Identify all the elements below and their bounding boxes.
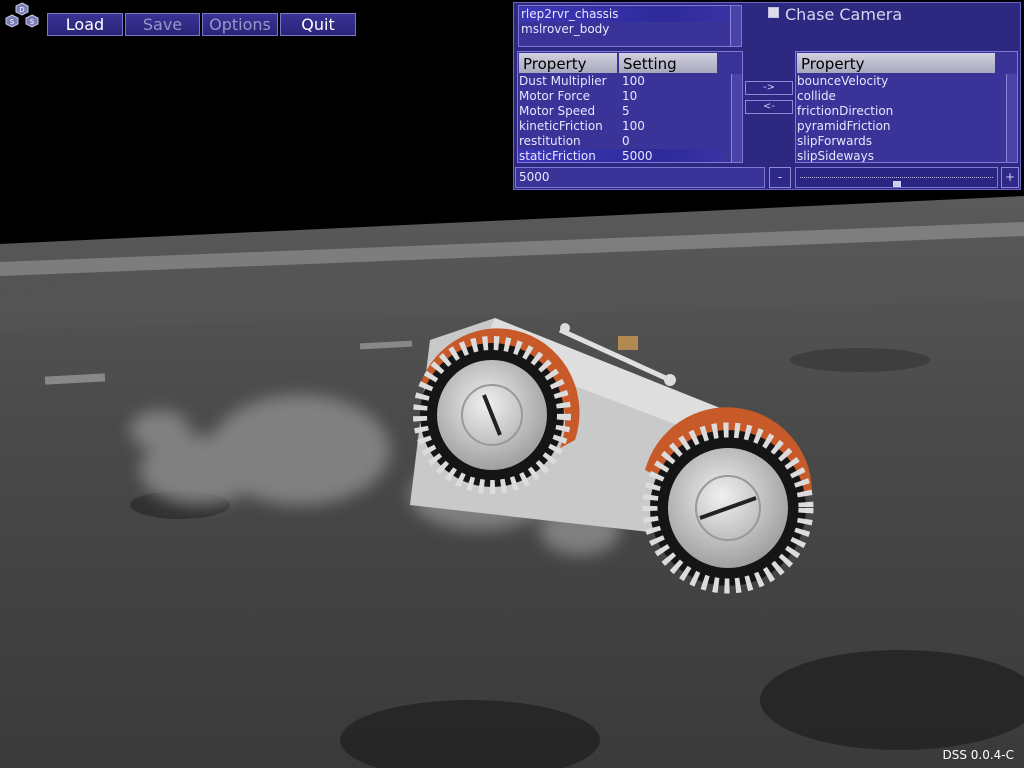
object-list-item[interactable]: mslrover_body: [519, 22, 609, 37]
settings-row[interactable]: Motor Force 10: [518, 89, 732, 104]
object-list-item[interactable]: rlep2rvr_chassis: [519, 7, 731, 22]
settings-row-property: kineticFriction: [519, 119, 603, 133]
object-list-scrollbar[interactable]: [730, 6, 741, 46]
value-input[interactable]: 5000: [515, 167, 765, 188]
load-button[interactable]: Load: [47, 13, 123, 36]
options-button[interactable]: Options: [202, 13, 278, 36]
object-list[interactable]: rlep2rvr_chassis mslrover_body: [518, 5, 742, 47]
slider-thumb[interactable]: [892, 181, 901, 187]
settings-row-property: staticFriction: [519, 149, 596, 163]
value-slider[interactable]: [795, 167, 998, 188]
available-property-item[interactable]: frictionDirection: [797, 104, 893, 119]
add-property-button[interactable]: ->: [745, 81, 793, 95]
settings-row-setting: 0: [622, 134, 630, 148]
save-button[interactable]: Save: [125, 13, 200, 36]
available-properties-header[interactable]: Property: [797, 53, 995, 73]
settings-row-property: restitution: [519, 134, 581, 148]
dss-logo: D S S: [5, 2, 39, 28]
properties-panel: rlep2rvr_chassis mslrover_body Chase Cam…: [513, 2, 1021, 190]
available-properties-scrollbar[interactable]: [1006, 74, 1017, 162]
chase-camera-label: Chase Camera: [785, 5, 903, 24]
available-property-item[interactable]: slipSideways: [797, 149, 874, 162]
chase-camera-checkbox[interactable]: [768, 7, 779, 18]
settings-row[interactable]: kineticFriction 100: [518, 119, 732, 134]
settings-row[interactable]: Dust Multiplier 100: [518, 74, 732, 89]
logo-letter-right: S: [30, 18, 35, 26]
settings-row-setting: 100: [622, 74, 645, 88]
version-label: DSS 0.0.4-C: [942, 748, 1014, 762]
settings-row-property: Motor Force: [519, 89, 590, 103]
settings-header-property[interactable]: Property: [519, 53, 617, 73]
object-list-item-label: mslrover_body: [521, 22, 610, 36]
slider-track: [800, 177, 993, 180]
settings-row-setting: 100: [622, 119, 645, 133]
available-property-item[interactable]: collide: [797, 89, 836, 104]
settings-table[interactable]: Property Setting Dust Multiplier 100 Moto…: [517, 51, 743, 163]
settings-row-setting: 5: [622, 104, 630, 118]
object-list-item-label: rlep2rvr_chassis: [521, 7, 619, 21]
logo-letter-left: S: [10, 18, 15, 26]
settings-row-setting: 10: [622, 89, 638, 103]
available-properties-list[interactable]: Property bounceVelocity collide friction…: [795, 51, 1018, 163]
settings-row-property: Dust Multiplier: [519, 74, 607, 88]
settings-row-setting: 5000: [622, 149, 653, 163]
settings-row[interactable]: Motor Speed 5: [518, 104, 732, 119]
settings-row[interactable]: restitution 0: [518, 134, 732, 149]
settings-row-property: Motor Speed: [519, 104, 596, 118]
increment-button[interactable]: +: [1001, 167, 1019, 188]
available-property-item[interactable]: slipForwards: [797, 134, 872, 149]
settings-row-selected[interactable]: staticFriction 5000: [518, 149, 724, 163]
available-property-item[interactable]: pyramidFriction: [797, 119, 891, 134]
decrement-button[interactable]: -: [769, 167, 791, 188]
remove-property-button[interactable]: <-: [745, 100, 793, 114]
settings-header-setting[interactable]: Setting: [619, 53, 717, 73]
settings-scrollbar[interactable]: [731, 74, 742, 162]
available-property-item[interactable]: bounceVelocity: [797, 74, 888, 89]
quit-button[interactable]: Quit: [280, 13, 356, 36]
logo-letter-top: D: [19, 6, 24, 14]
